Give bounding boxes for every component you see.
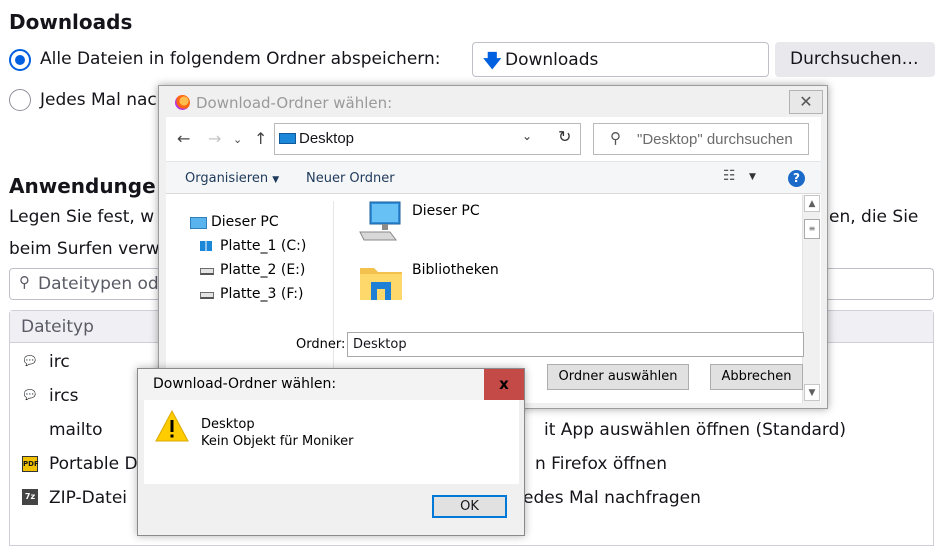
download-folder-value: Downloads <box>505 50 599 70</box>
warning-icon <box>155 410 189 442</box>
folder-picker-content: ← → ⌄ ↑ Desktop ⌄ ↻ ⚲ "Desktop" durchsuc… <box>166 117 821 403</box>
folder-search-input[interactable]: ⚲ "Desktop" durchsuchen <box>593 123 809 155</box>
refresh-icon[interactable]: ↻ <box>558 127 571 147</box>
desktop-icon <box>279 133 296 144</box>
table-row-action[interactable]: it App auswählen öffnen (Standard) <box>544 420 846 440</box>
message-box-body: Desktop Kein Objekt für Moniker <box>144 400 519 484</box>
always-ask-radio[interactable] <box>9 89 31 111</box>
chat-icon: 💬 <box>23 356 37 367</box>
search-icon: ⚲ <box>610 130 621 147</box>
search-icon: ⚲ <box>19 273 30 291</box>
scroll-down-icon[interactable]: ▼ <box>804 384 820 401</box>
scroll-up-icon[interactable]: ▲ <box>804 195 820 212</box>
table-row-type[interactable]: mailto <box>49 420 103 440</box>
applications-description-line2: beim Surfen verw <box>9 239 160 259</box>
folder-picker-title: Download-Ordner wählen: <box>196 94 393 112</box>
folder-picker-dialog: Download-Ordner wählen: ✕ ← → ⌄ ↑ Deskto… <box>158 85 828 409</box>
item-libraries[interactable]: Bibliotheken <box>412 262 499 278</box>
chat-icon: 💬 <box>23 390 37 401</box>
cancel-button[interactable]: Abbrechen <box>710 364 803 390</box>
table-row-action[interactable]: edes Mal nachfragen <box>523 488 701 508</box>
content-scrollbar[interactable]: ▲ ≡ ▼ <box>802 195 820 403</box>
tree-item-drive-c[interactable]: Platte_1 (C:) <box>220 238 306 254</box>
message-line-2: Kein Objekt für Moniker <box>201 434 354 449</box>
view-dropdown-icon[interactable]: ▼ <box>749 172 756 182</box>
organize-label: Organisieren <box>185 171 269 186</box>
address-bar[interactable]: Desktop ⌄ ↻ <box>274 123 581 155</box>
address-dropdown-icon[interactable]: ⌄ <box>522 129 532 143</box>
item-this-pc[interactable]: Dieser PC <box>412 203 480 219</box>
forward-arrow-icon[interactable]: → <box>208 129 221 148</box>
drive-icon <box>200 292 214 299</box>
applications-description-end: en, die Sie <box>829 207 919 227</box>
download-arrow-icon: 🡇 <box>483 51 502 72</box>
table-row-type[interactable]: ZIP-Datei <box>49 488 127 508</box>
save-all-radio[interactable] <box>9 49 31 71</box>
table-row-type[interactable]: irc <box>49 352 70 372</box>
organize-menu[interactable]: Organisieren ▼ <box>185 171 279 186</box>
table-row-type[interactable]: Portable D <box>49 454 138 474</box>
file-type-search-placeholder: Dateitypen od <box>38 274 159 294</box>
error-message-box: Download-Ordner wählen: x Desktop Kein O… <box>137 368 525 536</box>
folder-name-input[interactable]: Desktop <box>347 332 804 357</box>
address-text: Desktop <box>299 130 355 147</box>
always-ask-label: Jedes Mal nac <box>40 90 157 110</box>
tree-item-drive-e[interactable]: Platte_2 (E:) <box>220 262 305 278</box>
download-folder-field[interactable]: 🡇 Downloads <box>472 42 769 77</box>
command-bar: Organisieren ▼ Neuer Ordner ☷ ▼ ? <box>166 161 821 194</box>
drive-icon <box>200 268 214 275</box>
caret-down-icon: ▼ <box>272 175 280 185</box>
folder-picker-close-button[interactable]: ✕ <box>789 90 823 114</box>
save-all-label: Alle Dateien in folgendem Ordner abspeic… <box>40 49 441 69</box>
libraries-folder-icon <box>360 268 402 300</box>
browse-button[interactable]: Durchsuchen… <box>775 42 935 77</box>
applications-heading: Anwendunge <box>9 174 156 198</box>
tree-item-this-pc[interactable]: Dieser PC <box>211 214 279 230</box>
windows-drive-icon <box>200 241 212 251</box>
message-box-close-button[interactable]: x <box>484 369 524 400</box>
downloads-heading: Downloads <box>9 10 133 34</box>
table-row-action[interactable]: n Firefox öffnen <box>535 454 667 474</box>
firefox-logo-icon <box>175 95 190 110</box>
this-pc-large-icon <box>359 201 401 241</box>
computer-icon <box>190 217 207 229</box>
help-icon[interactable]: ? <box>788 170 805 187</box>
pdf-icon: PDF <box>22 456 39 472</box>
tree-item-drive-f[interactable]: Platte_3 (F:) <box>220 286 303 302</box>
folder-field-label: Ordner: <box>296 337 346 352</box>
new-folder-button[interactable]: Neuer Ordner <box>306 171 395 186</box>
scroll-thumb[interactable]: ≡ <box>804 219 820 239</box>
zip-icon: 7z <box>22 489 38 505</box>
ok-button[interactable]: OK <box>432 495 507 518</box>
up-arrow-icon[interactable]: ↑ <box>254 129 267 148</box>
folder-search-placeholder: "Desktop" durchsuchen <box>637 131 793 148</box>
message-box-title: Download-Ordner wählen: <box>138 369 524 400</box>
select-folder-button[interactable]: Ordner auswählen <box>547 364 689 390</box>
back-arrow-icon[interactable]: ← <box>177 129 190 148</box>
view-options-icon[interactable]: ☷ <box>723 168 736 184</box>
recent-locations-chevron-icon[interactable]: ⌄ <box>233 133 242 146</box>
message-line-1: Desktop <box>201 417 255 432</box>
table-row-type[interactable]: ircs <box>49 386 79 406</box>
column-header-type-label: Dateityp <box>21 317 94 337</box>
applications-description: Legen Sie fest, w <box>9 207 155 227</box>
